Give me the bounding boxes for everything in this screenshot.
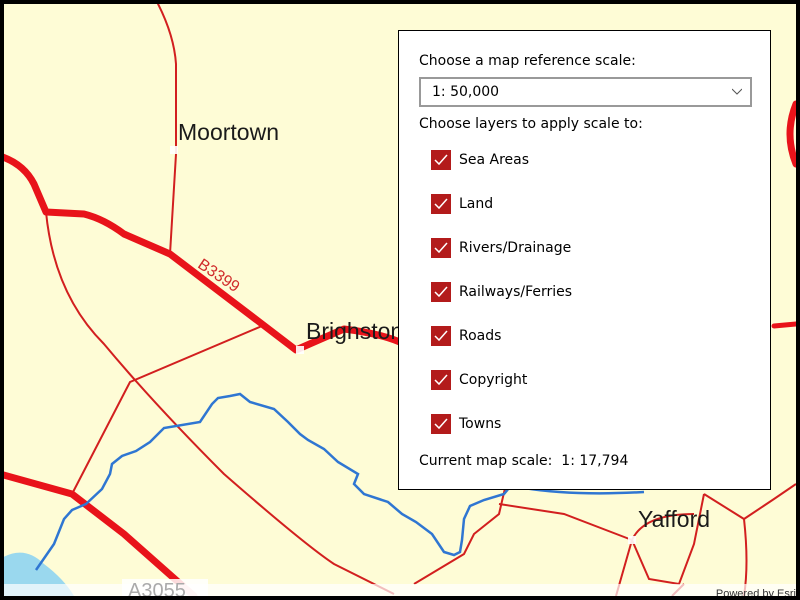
layer-label: Rivers/Drainage (459, 240, 572, 256)
minor-road (498, 503, 633, 541)
layer-checkbox-sea-areas[interactable]: Sea Areas (431, 149, 529, 171)
esri-attribution[interactable]: Powered by Esri (716, 588, 796, 596)
major-road-east (771, 321, 796, 329)
checkbox-checked-icon[interactable] (431, 326, 451, 346)
current-scale-value: 1: 17,794 (561, 453, 629, 469)
minor-road (156, 4, 177, 255)
layer-checkbox-towns[interactable]: Towns (431, 413, 501, 435)
layer-label: Roads (459, 328, 502, 344)
layers-heading: Choose layers to apply scale to: (419, 116, 643, 132)
checkbox-checked-icon[interactable] (431, 150, 451, 170)
layer-label: Towns (459, 416, 502, 432)
major-road-east-curve (786, 100, 796, 168)
layer-label: Sea Areas (459, 152, 530, 168)
scale-heading: Choose a map reference scale: (419, 53, 636, 69)
layer-checkbox-rivers-drainage[interactable]: Rivers/Drainage (431, 237, 571, 259)
town-marker-brighstone (296, 346, 304, 354)
layer-checkbox-land[interactable]: Land (431, 193, 493, 215)
minor-road (71, 325, 263, 495)
checkbox-checked-icon[interactable] (431, 238, 451, 258)
road-label-a3055: A3055 (122, 579, 208, 596)
town-marker-yafford (628, 536, 636, 544)
layer-label: Copyright (459, 372, 528, 388)
layer-checkbox-copyright[interactable]: Copyright (431, 369, 527, 391)
layer-label: Land (459, 196, 494, 212)
layer-label: Railways/Ferries (459, 284, 573, 300)
layer-checkbox-railways-ferries[interactable]: Railways/Ferries (431, 281, 572, 303)
reference-scale-value: 1: 50,000 (432, 84, 500, 100)
checkbox-checked-icon[interactable] (431, 414, 451, 434)
town-label-yafford: Yafford (638, 506, 711, 532)
town-marker-moortown (170, 146, 178, 154)
scale-settings-panel: Choose a map reference scale: 1: 50,000 … (398, 30, 771, 490)
minor-road (413, 483, 507, 585)
layer-checkbox-roads[interactable]: Roads (431, 325, 501, 347)
town-label-moortown: Moortown (178, 119, 279, 145)
current-scale-readout: Current map scale: 1: 17,794 (419, 453, 628, 469)
chevron-down-icon (732, 88, 742, 95)
reference-scale-dropdown[interactable]: 1: 50,000 (419, 77, 752, 107)
current-scale-label: Current map scale: (419, 453, 553, 469)
checkbox-checked-icon[interactable] (431, 282, 451, 302)
checkbox-checked-icon[interactable] (431, 370, 451, 390)
checkbox-checked-icon[interactable] (431, 194, 451, 214)
